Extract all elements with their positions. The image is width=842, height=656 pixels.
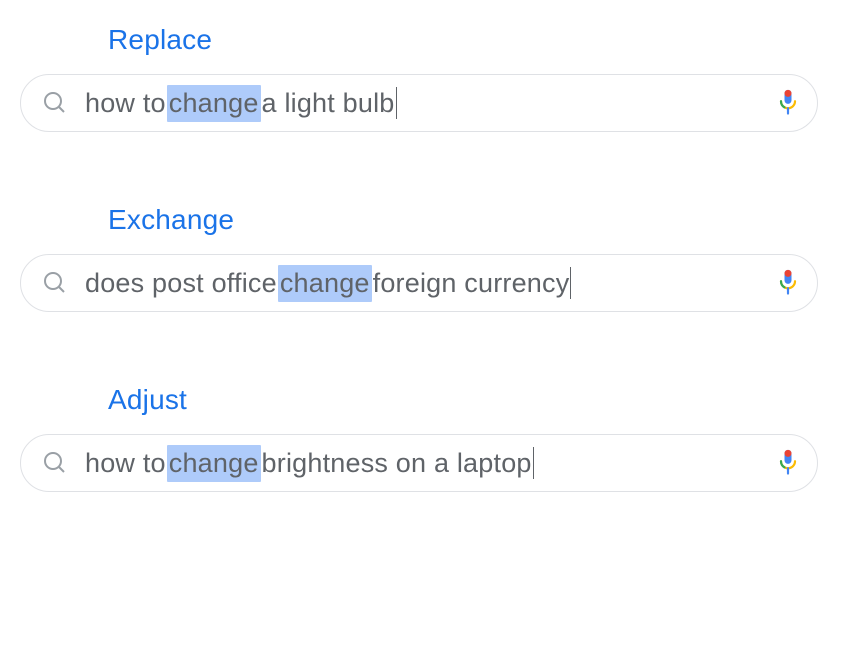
- example-adjust: Adjust how to change brightness on a lap…: [20, 384, 822, 492]
- microphone-icon[interactable]: [777, 449, 799, 477]
- text-caret: [533, 447, 534, 479]
- query-highlight: change: [167, 445, 261, 482]
- search-input[interactable]: how to change a light bulb: [85, 85, 767, 122]
- query-post: a light bulb: [262, 88, 395, 119]
- query-pre: does post office: [85, 268, 277, 299]
- microphone-icon[interactable]: [777, 269, 799, 297]
- example-exchange: Exchange does post office change foreign…: [20, 204, 822, 312]
- query-highlight: change: [167, 85, 261, 122]
- text-caret: [570, 267, 571, 299]
- query-pre: how to: [85, 448, 166, 479]
- query-highlight: change: [278, 265, 372, 302]
- microphone-icon[interactable]: [777, 89, 799, 117]
- search-input[interactable]: how to change brightness on a laptop: [85, 445, 767, 482]
- sense-label: Exchange: [108, 204, 822, 236]
- query-post: brightness on a laptop: [262, 448, 532, 479]
- query-pre: how to: [85, 88, 166, 119]
- search-bar[interactable]: how to change brightness on a laptop: [20, 434, 818, 492]
- sense-label: Adjust: [108, 384, 822, 416]
- example-replace: Replace how to change a light bulb: [20, 24, 822, 132]
- search-icon: [43, 451, 67, 475]
- text-caret: [396, 87, 397, 119]
- query-post: foreign currency: [373, 268, 570, 299]
- sense-label: Replace: [108, 24, 822, 56]
- search-input[interactable]: does post office change foreign currency: [85, 265, 767, 302]
- search-bar[interactable]: how to change a light bulb: [20, 74, 818, 132]
- search-icon: [43, 91, 67, 115]
- search-bar[interactable]: does post office change foreign currency: [20, 254, 818, 312]
- search-icon: [43, 271, 67, 295]
